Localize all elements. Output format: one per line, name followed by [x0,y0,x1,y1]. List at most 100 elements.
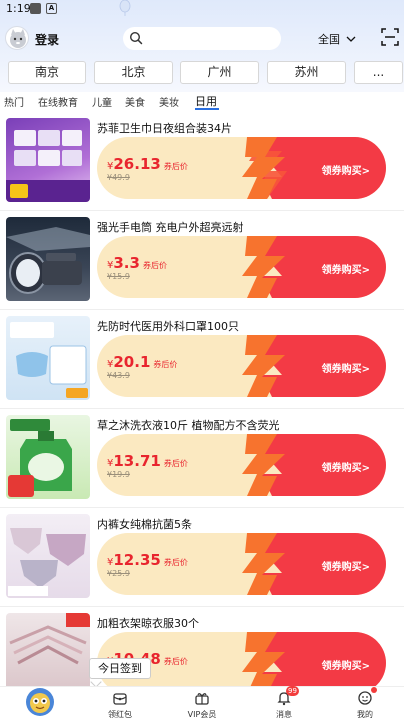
tab-vip[interactable]: VIP会员 [172,687,232,720]
original-price: ¥19.9 [107,470,130,479]
coupon-card[interactable]: ¥26.13 券后价 ¥49.9 领券购买> [97,137,386,199]
price-group: ¥13.71 券后价 [107,451,188,470]
divider [0,606,404,607]
face-mask-box-image [10,322,88,398]
city-chip-nanjing[interactable]: 南京 [8,61,86,84]
vip-gift-icon [195,693,209,705]
get-coupon-button[interactable]: 领券购买> [322,360,370,375]
product-title: 苏菲卫生巾日夜组合装34片 [97,122,232,135]
tab-profile-label: 我的 [357,710,373,719]
user-avatar[interactable] [5,26,29,50]
divider [0,507,404,508]
price-group: ¥3.3 券后价 [107,253,167,272]
app-header: 登录 全国 [0,22,404,56]
search-icon [129,31,143,45]
product-item[interactable]: 先防时代医用外科口罩100只 ¥20.1 券后价 ¥43.9 领券购买> [0,311,404,409]
coupon-price: 13.71 [113,452,161,470]
product-title: 内裤女纯棉抗菌5条 [97,518,192,531]
app-notification-icon: A [46,3,57,14]
product-item[interactable]: 苏菲卫生巾日夜组合装34片 ¥26.13 券后价 ¥49.9 领券购买> [0,113,404,211]
coupon-card[interactable]: ¥13.71 券后价 ¥19.9 领券购买> [97,434,386,496]
after-coupon-label: 券后价 [163,657,188,666]
product-title: 先防时代医用外科口罩100只 [97,320,239,333]
clothes-hanger-image [9,613,90,665]
tab-red-envelope[interactable]: 领红包 [90,687,150,720]
tab-daily-use[interactable]: 日用 [195,93,217,109]
search-input[interactable] [123,27,281,50]
profile-icon [358,691,372,705]
login-link[interactable]: 登录 [35,31,59,48]
tab-messages[interactable]: 99 消息 [254,686,314,720]
product-image [6,514,90,598]
region-label: 全国 [318,33,340,46]
product-image [6,316,90,400]
laundry-detergent-image [8,419,72,497]
profile-notification-dot [371,687,377,693]
chevron-down-icon [346,36,355,42]
city-chip-suzhou[interactable]: 苏州 [267,61,346,84]
notification-icon [30,3,41,14]
after-coupon-label: 券后价 [153,360,178,369]
coupon-card[interactable]: ¥20.1 券后价 ¥43.9 领券购买> [97,335,386,397]
after-coupon-label: 券后价 [163,558,188,567]
after-coupon-label: 券后价 [163,459,188,468]
tab-children[interactable]: 儿童 [92,94,112,109]
coupon-card[interactable]: ¥3.3 券后价 ¥15.9 领券购买> [97,236,386,298]
product-item[interactable]: 强光手电筒 充电户外超亮远射 ¥3.3 券后价 ¥15.9 领券购买> [0,212,404,310]
product-image [6,118,90,202]
tab-vip-label: VIP会员 [187,710,217,719]
daily-checkin-button[interactable]: 今日签到 [89,658,151,679]
city-chip-beijing[interactable]: 北京 [94,61,173,84]
tab-hot[interactable]: 热门 [4,94,24,109]
message-count-badge: 99 [286,686,299,696]
sanitary-pad-pack-image [6,130,90,202]
tab-home[interactable] [10,687,70,720]
tab-profile[interactable]: 我的 [335,687,395,720]
product-image [6,415,90,499]
scan-icon[interactable] [381,28,399,46]
get-coupon-button[interactable]: 领券购买> [322,657,370,672]
original-price: ¥15.9 [107,272,130,281]
original-price: ¥43.9 [107,371,130,380]
balloon-icon [119,0,131,16]
after-coupon-label: 券后价 [142,261,167,270]
category-tabs: 热门 在线教育 儿童 美食 美妆 日用 [0,91,404,113]
coupon-price: 26.13 [113,155,161,173]
bottom-tab-bar: 领红包 VIP会员 99 消息 我的 [0,686,404,720]
divider [0,408,404,409]
divider [0,309,404,310]
status-time: 1:19 [6,2,31,15]
home-icon [26,688,54,716]
price-group: ¥26.13 券后价 [107,154,188,173]
get-coupon-button[interactable]: 领券购买> [322,261,370,276]
original-price: ¥49.9 [107,173,130,182]
status-bar: 1:19 A [0,0,404,18]
city-chip-guangzhou[interactable]: 广州 [180,61,259,84]
tab-food[interactable]: 美食 [125,94,145,109]
tab-online-education[interactable]: 在线教育 [38,94,78,109]
price-group: ¥12.35 券后价 [107,550,188,569]
coupon-price: 20.1 [113,353,151,371]
product-image [6,613,90,697]
tab-beauty[interactable]: 美妆 [159,94,179,109]
underwear-image [8,528,86,596]
product-image [6,217,90,301]
get-coupon-button[interactable]: 领券购买> [322,459,370,474]
tab-red-envelope-label: 领红包 [108,710,132,719]
after-coupon-label: 券后价 [163,162,188,171]
get-coupon-button[interactable]: 领券购买> [322,558,370,573]
mascot-icon [30,693,50,713]
region-selector[interactable]: 全国 [318,31,356,47]
coupon-price: 12.35 [113,551,161,569]
city-chip-more[interactable]: ... [354,61,403,84]
active-tab-underline [195,108,219,110]
product-item[interactable]: 草之沐洗衣液10斤 植物配方不含荧光 ¥13.71 券后价 ¥19.9 领券购买> [0,410,404,508]
product-title: 草之沐洗衣液10斤 植物配方不含荧光 [97,419,280,432]
price-group: ¥20.1 券后价 [107,352,177,371]
divider [0,210,404,211]
product-item[interactable]: 内裤女纯棉抗菌5条 ¥12.35 券后价 ¥25.9 领券购买> [0,509,404,607]
coupon-card[interactable]: ¥12.35 券后价 ¥25.9 领券购买> [97,533,386,595]
get-coupon-button[interactable]: 领券购买> [322,162,370,177]
cat-avatar-icon [10,29,26,48]
original-price: ¥25.9 [107,569,130,578]
